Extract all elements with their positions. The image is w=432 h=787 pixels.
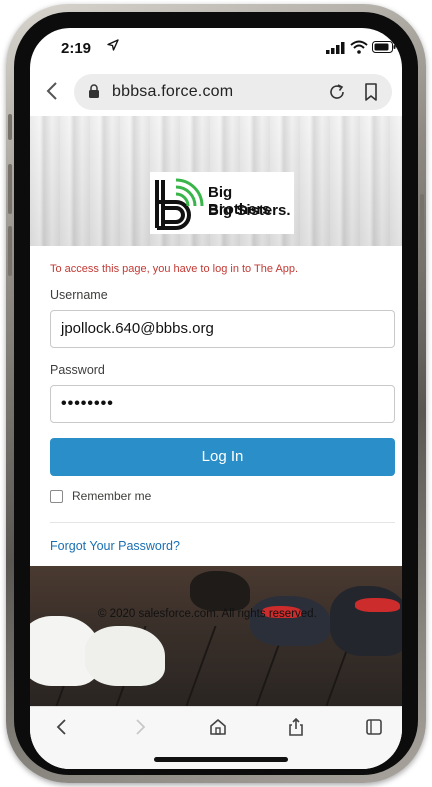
share-icon[interactable]: [286, 717, 306, 737]
back-icon[interactable]: [44, 80, 60, 102]
wifi-icon: [350, 40, 368, 54]
footer-photo: © 2020 salesforce.com. All rights reserv…: [30, 566, 402, 706]
sneaker-image: [85, 626, 165, 686]
phone-screen: 2:19 bbbsa.force.com Big Brothers Big Si…: [30, 28, 402, 769]
signal-icon: [326, 42, 345, 54]
shoe-image: [250, 596, 330, 646]
reload-icon[interactable]: [328, 83, 346, 101]
logo-text-line2: Big Sisters.: [208, 202, 291, 219]
location-arrow-icon: [107, 39, 119, 51]
divider: [50, 522, 395, 523]
browser-toolbar: [30, 706, 402, 769]
home-indicator[interactable]: [154, 757, 288, 762]
power-button: [420, 194, 424, 272]
home-icon[interactable]: [208, 717, 228, 737]
username-label: Username: [50, 288, 108, 302]
status-bar: 2:19: [30, 28, 402, 68]
copyright-text: © 2020 salesforce.com. All rights reserv…: [98, 608, 317, 620]
forward-icon[interactable]: [130, 717, 150, 737]
remember-me-checkbox[interactable]: [50, 490, 63, 503]
shoe-accent: [355, 598, 400, 612]
bookmark-icon[interactable]: [364, 83, 378, 101]
silent-switch: [8, 114, 12, 140]
login-form: To access this page, you have to log in …: [30, 246, 402, 566]
shoe-image: [330, 586, 402, 656]
volume-up-button: [8, 164, 12, 214]
shoe-image: [190, 571, 250, 611]
volume-down-button: [8, 226, 12, 276]
back-icon[interactable]: [52, 717, 72, 737]
bbbs-logo-mark: [155, 178, 204, 230]
remember-me-label: Remember me: [72, 489, 152, 503]
battery-icon: [372, 41, 396, 53]
browser-url-row: bbbsa.force.com: [30, 70, 402, 114]
error-message: To access this page, you have to log in …: [50, 263, 299, 275]
tabs-icon[interactable]: [364, 717, 384, 737]
bbbs-logo: Big Brothers Big Sisters.: [150, 172, 294, 234]
status-time: 2:19: [61, 40, 92, 57]
username-field[interactable]: jpollock.640@bbbs.org: [50, 310, 395, 348]
lock-icon: [89, 84, 99, 98]
login-button[interactable]: Log In: [50, 438, 395, 476]
password-field[interactable]: ••••••••: [50, 385, 395, 423]
address-bar[interactable]: bbbsa.force.com: [74, 74, 392, 110]
header-banner: Big Brothers Big Sisters.: [30, 116, 402, 246]
password-label: Password: [50, 363, 105, 377]
url-text: bbbsa.force.com: [112, 83, 234, 100]
forgot-password-link[interactable]: Forgot Your Password?: [50, 539, 180, 553]
